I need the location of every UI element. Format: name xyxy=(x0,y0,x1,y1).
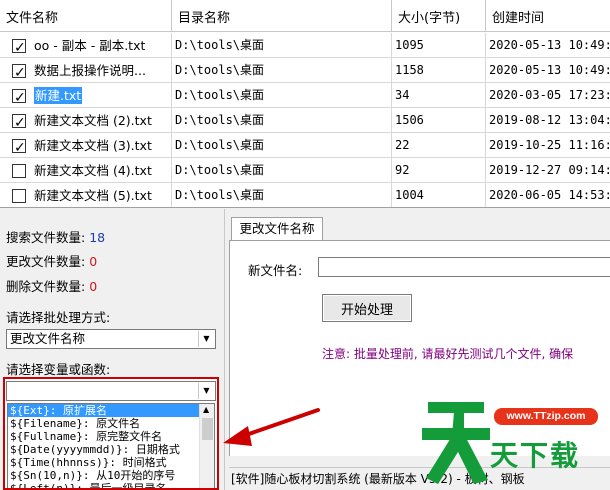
row-checkbox[interactable] xyxy=(12,61,26,83)
watermark-slogan: 天下载 xyxy=(490,439,581,472)
directory-cell: D:\tools\桌面 xyxy=(172,58,392,83)
table-row[interactable]: 新建文本文档 (3).txt D:\tools\桌面222019-10-25 11… xyxy=(0,133,610,158)
filename-text: 新建文本文档 (4).txt xyxy=(34,163,152,178)
file-table[interactable]: 文件名称 目录名称 大小(字节) 创建时间 oo - 副本 - 副本.txt D:… xyxy=(0,0,610,208)
directory-cell: D:\tools\桌面 xyxy=(172,133,392,158)
changed-count-value: 0 xyxy=(89,254,98,269)
batch-mode-value: 更改文件名称 xyxy=(10,331,86,346)
filename-cell[interactable]: oo - 副本 - 副本.txt xyxy=(0,33,172,58)
list-item[interactable]: ${Date(yyyymmdd)}: 日期格式 xyxy=(8,443,214,456)
filename-cell[interactable]: 数据上报操作说明... xyxy=(0,58,172,83)
row-checkbox[interactable] xyxy=(12,164,26,178)
variable-label: 请选择变量或函数: xyxy=(6,362,111,377)
variable-option-list[interactable]: ${Ext}: 原扩展名 ${Filename}: 原文件名 ${Fullname}… xyxy=(7,403,215,488)
filename-text: 数据上报操作说明... xyxy=(34,63,146,78)
filename-text: 新建文本文档 (3).txt xyxy=(34,138,152,153)
site-watermark: www.TTzip.com 天下载 xyxy=(420,388,610,490)
filename-text: 新建.txt xyxy=(34,87,83,104)
changed-count-label: 更改文件数量: xyxy=(6,254,86,269)
directory-cell: D:\tools\桌面 xyxy=(172,158,392,183)
filename-cell[interactable]: 新建文本文档 (4).txt xyxy=(0,158,172,183)
scrollbar-thumb[interactable] xyxy=(202,418,213,440)
list-item[interactable]: ${Left(n)}: 最后一级目录名 xyxy=(8,482,214,488)
tab-rename[interactable]: 更改文件名称 xyxy=(231,217,323,241)
list-item[interactable]: ${Time(hhnnss)}: 时间格式 xyxy=(8,456,214,469)
variable-select[interactable]: ▼ xyxy=(6,381,216,401)
size-cell: 1506 xyxy=(392,108,486,133)
filename-text: 新建文本文档 (5).txt xyxy=(34,188,152,203)
table-row[interactable]: oo - 副本 - 副本.txt D:\tools\桌面10952020-05-1… xyxy=(0,33,610,58)
variable-dropdown-highlight: ▼ ${Ext}: 原扩展名 ${Filename}: 原文件名 ${Fullnam… xyxy=(3,377,219,490)
directory-cell: D:\tools\桌面 xyxy=(172,83,392,108)
list-item[interactable]: ${Sn(10,n)}: 从10开始的序号 xyxy=(8,469,214,482)
directory-cell: D:\tools\桌面 xyxy=(172,33,392,58)
column-header-size[interactable]: 大小(字节) xyxy=(392,0,486,32)
list-scrollbar[interactable]: ▲ xyxy=(199,404,214,488)
scroll-up-icon[interactable]: ▲ xyxy=(203,405,209,414)
size-cell: 1095 xyxy=(392,33,486,58)
table-row[interactable]: 新建.txt D:\tools\桌面342020-03-05 17:23:0 xyxy=(0,83,610,108)
created-cell: 2020-05-13 10:49:1 xyxy=(489,63,610,77)
directory-cell: D:\tools\桌面 xyxy=(172,108,392,133)
batch-mode-select[interactable]: 更改文件名称 ▼ xyxy=(6,329,216,349)
deleted-count-label: 删除文件数量: xyxy=(6,279,86,294)
size-cell: 1004 xyxy=(392,183,486,207)
deleted-count-value: 0 xyxy=(89,279,98,294)
left-panel: 搜索文件数量: 18 更改文件数量: 0 删除文件数量: 0 请选择批处理方式:… xyxy=(0,209,222,490)
search-count-value: 18 xyxy=(89,230,106,245)
row-checkbox[interactable] xyxy=(12,86,26,108)
tian-logo-icon xyxy=(422,402,490,484)
size-cell: 22 xyxy=(392,133,486,158)
size-cell: 92 xyxy=(392,158,486,183)
created-cell: 2019-08-12 13:04:2 xyxy=(489,113,610,127)
table-row[interactable]: 新建文本文档 (2).txt D:\tools\桌面15062019-08-12 … xyxy=(0,108,610,133)
row-checkbox[interactable] xyxy=(12,111,26,133)
list-item[interactable]: ${Fullname}: 原完整文件名 xyxy=(8,430,214,443)
table-row[interactable]: 新建文本文档 (5).txt D:\tools\桌面 1004 2020-06-05 … xyxy=(0,183,610,207)
changed-count: 更改文件数量: 0 xyxy=(6,251,97,270)
list-item[interactable]: ${Ext}: 原扩展名 xyxy=(8,404,214,417)
filename-cell[interactable]: 新建文本文档 (5).txt xyxy=(0,183,172,207)
created-cell: 2019-12-27 09:14:5 xyxy=(489,163,610,177)
deleted-count: 删除文件数量: 0 xyxy=(6,276,97,295)
created-cell: 2020-05-13 10:49:4 xyxy=(489,38,610,52)
batch-mode-label: 请选择批处理方式: xyxy=(6,310,111,325)
created-cell: 2020-03-05 17:23:0 xyxy=(489,88,610,102)
new-name-input[interactable] xyxy=(318,257,610,277)
list-item[interactable]: ${Filename}: 原文件名 xyxy=(8,417,214,430)
table-row[interactable]: 新建文本文档 (4).txt D:\tools\桌面 92 2019-12-27 09… xyxy=(0,158,610,183)
column-header-directory[interactable]: 目录名称 xyxy=(172,0,392,32)
warning-note: 注意: 批量处理前, 请最好先测试几个文件, 确保 xyxy=(322,347,574,361)
filename-cell[interactable]: 新建文本文档 (2).txt xyxy=(0,108,172,133)
filename-cell[interactable]: 新建文本文档 (3).txt xyxy=(0,133,172,158)
row-checkbox[interactable] xyxy=(12,36,26,58)
column-header-created[interactable]: 创建时间 xyxy=(486,0,610,32)
directory-cell: D:\tools\桌面 xyxy=(172,183,392,207)
created-cell: 2020-06-05 14:53:5 xyxy=(489,188,610,202)
search-count: 搜索文件数量: 18 xyxy=(6,227,105,246)
chevron-down-icon[interactable]: ▼ xyxy=(198,383,214,399)
filename-cell[interactable]: 新建.txt xyxy=(0,83,172,108)
search-count-label: 搜索文件数量: xyxy=(6,230,86,245)
table-row[interactable]: 数据上报操作说明... D:\tools\桌面11582020-05-13 10:… xyxy=(0,58,610,83)
filename-text: 新建文本文档 (2).txt xyxy=(34,113,152,128)
new-name-label: 新文件名: xyxy=(248,263,303,278)
chevron-down-icon[interactable]: ▼ xyxy=(198,331,214,347)
created-cell: 2019-10-25 11:16:4 xyxy=(489,138,610,152)
size-cell: 34 xyxy=(392,83,486,108)
row-checkbox[interactable] xyxy=(12,189,26,203)
size-cell: 1158 xyxy=(392,58,486,83)
row-checkbox[interactable] xyxy=(12,136,26,158)
start-button[interactable]: 开始处理 xyxy=(322,294,412,322)
column-header-filename[interactable]: 文件名称 xyxy=(0,0,172,32)
filename-text: oo - 副本 - 副本.txt xyxy=(34,38,146,53)
watermark-url: www.TTzip.com xyxy=(494,408,598,425)
